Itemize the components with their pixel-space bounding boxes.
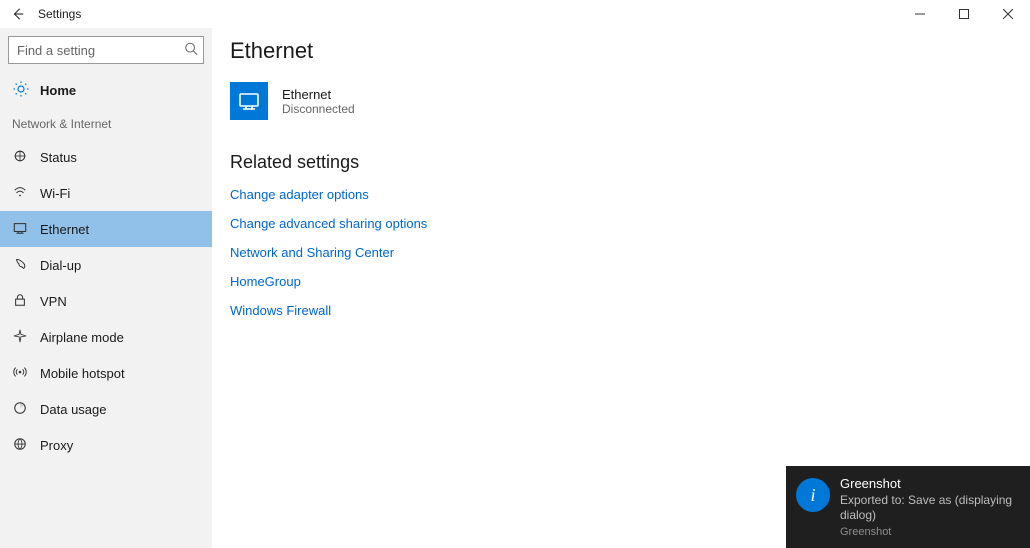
link-homegroup[interactable]: HomeGroup [230,274,1012,289]
nav-item-label: Proxy [40,438,73,453]
nav-item-datausage[interactable]: Data usage [0,391,212,427]
nav-item-label: Airplane mode [40,330,124,345]
search-icon [184,42,198,59]
nav-item-ethernet[interactable]: Ethernet [0,211,212,247]
maximize-button[interactable] [942,0,986,28]
adapter-state: Disconnected [282,102,355,116]
titlebar: Settings [0,0,1030,28]
nav-item-proxy[interactable]: Proxy [0,427,212,463]
gear-icon [12,80,30,101]
nav-item-hotspot[interactable]: Mobile hotspot [0,355,212,391]
nav-item-airplane[interactable]: Airplane mode [0,319,212,355]
adapter-name: Ethernet [282,87,355,102]
link-network-sharing-center[interactable]: Network and Sharing Center [230,245,1012,260]
status-icon [12,149,28,166]
close-button[interactable] [986,0,1030,28]
nav-item-label: Status [40,150,77,165]
toast-title: Greenshot [840,476,1018,491]
search-input[interactable] [8,36,204,64]
nav-item-label: Ethernet [40,222,89,237]
vpn-icon [12,293,28,310]
ethernet-adapter-row[interactable]: Ethernet Disconnected [230,82,1012,120]
nav-item-label: Data usage [40,402,107,417]
home-label: Home [40,83,76,98]
proxy-icon [12,437,28,454]
nav-item-label: Mobile hotspot [40,366,125,381]
datausage-icon [12,401,28,418]
minimize-icon [915,9,925,19]
minimize-button[interactable] [898,0,942,28]
nav-item-label: VPN [40,294,67,309]
category-label: Network & Internet [0,111,212,139]
toast-body: Exported to: Save as (displaying dialog) [840,493,1018,523]
hotspot-icon [12,365,28,382]
related-heading: Related settings [230,152,1012,173]
toast-app: Greenshot [840,526,1018,538]
dialup-icon [12,257,28,274]
related-links: Change adapter options Change advanced s… [230,187,1012,318]
window-title: Settings [38,7,81,21]
sidebar: Home Network & Internet Status Wi-Fi Eth… [0,28,212,548]
link-change-advanced-sharing[interactable]: Change advanced sharing options [230,216,1012,231]
ethernet-tile-icon [230,82,268,120]
link-windows-firewall[interactable]: Windows Firewall [230,303,1012,318]
nav-item-vpn[interactable]: VPN [0,283,212,319]
back-button[interactable] [6,2,30,26]
home-button[interactable]: Home [0,72,212,111]
back-arrow-icon [11,7,25,21]
page-heading: Ethernet [230,38,1012,64]
link-change-adapter-options[interactable]: Change adapter options [230,187,1012,202]
notification-toast[interactable]: i Greenshot Exported to: Save as (displa… [786,466,1030,548]
ethernet-adapter-info: Ethernet Disconnected [282,87,355,116]
info-icon: i [796,478,830,512]
nav-item-status[interactable]: Status [0,139,212,175]
nav-item-dialup[interactable]: Dial-up [0,247,212,283]
airplane-icon [12,329,28,346]
ethernet-icon [12,221,28,238]
close-icon [1003,9,1013,19]
nav-item-label: Wi-Fi [40,186,70,201]
search-wrap [8,36,204,64]
nav-list: Status Wi-Fi Ethernet Dial-up VPN Airpla… [0,139,212,463]
nav-item-label: Dial-up [40,258,81,273]
maximize-icon [959,9,969,19]
nav-item-wifi[interactable]: Wi-Fi [0,175,212,211]
wifi-icon [12,185,28,202]
